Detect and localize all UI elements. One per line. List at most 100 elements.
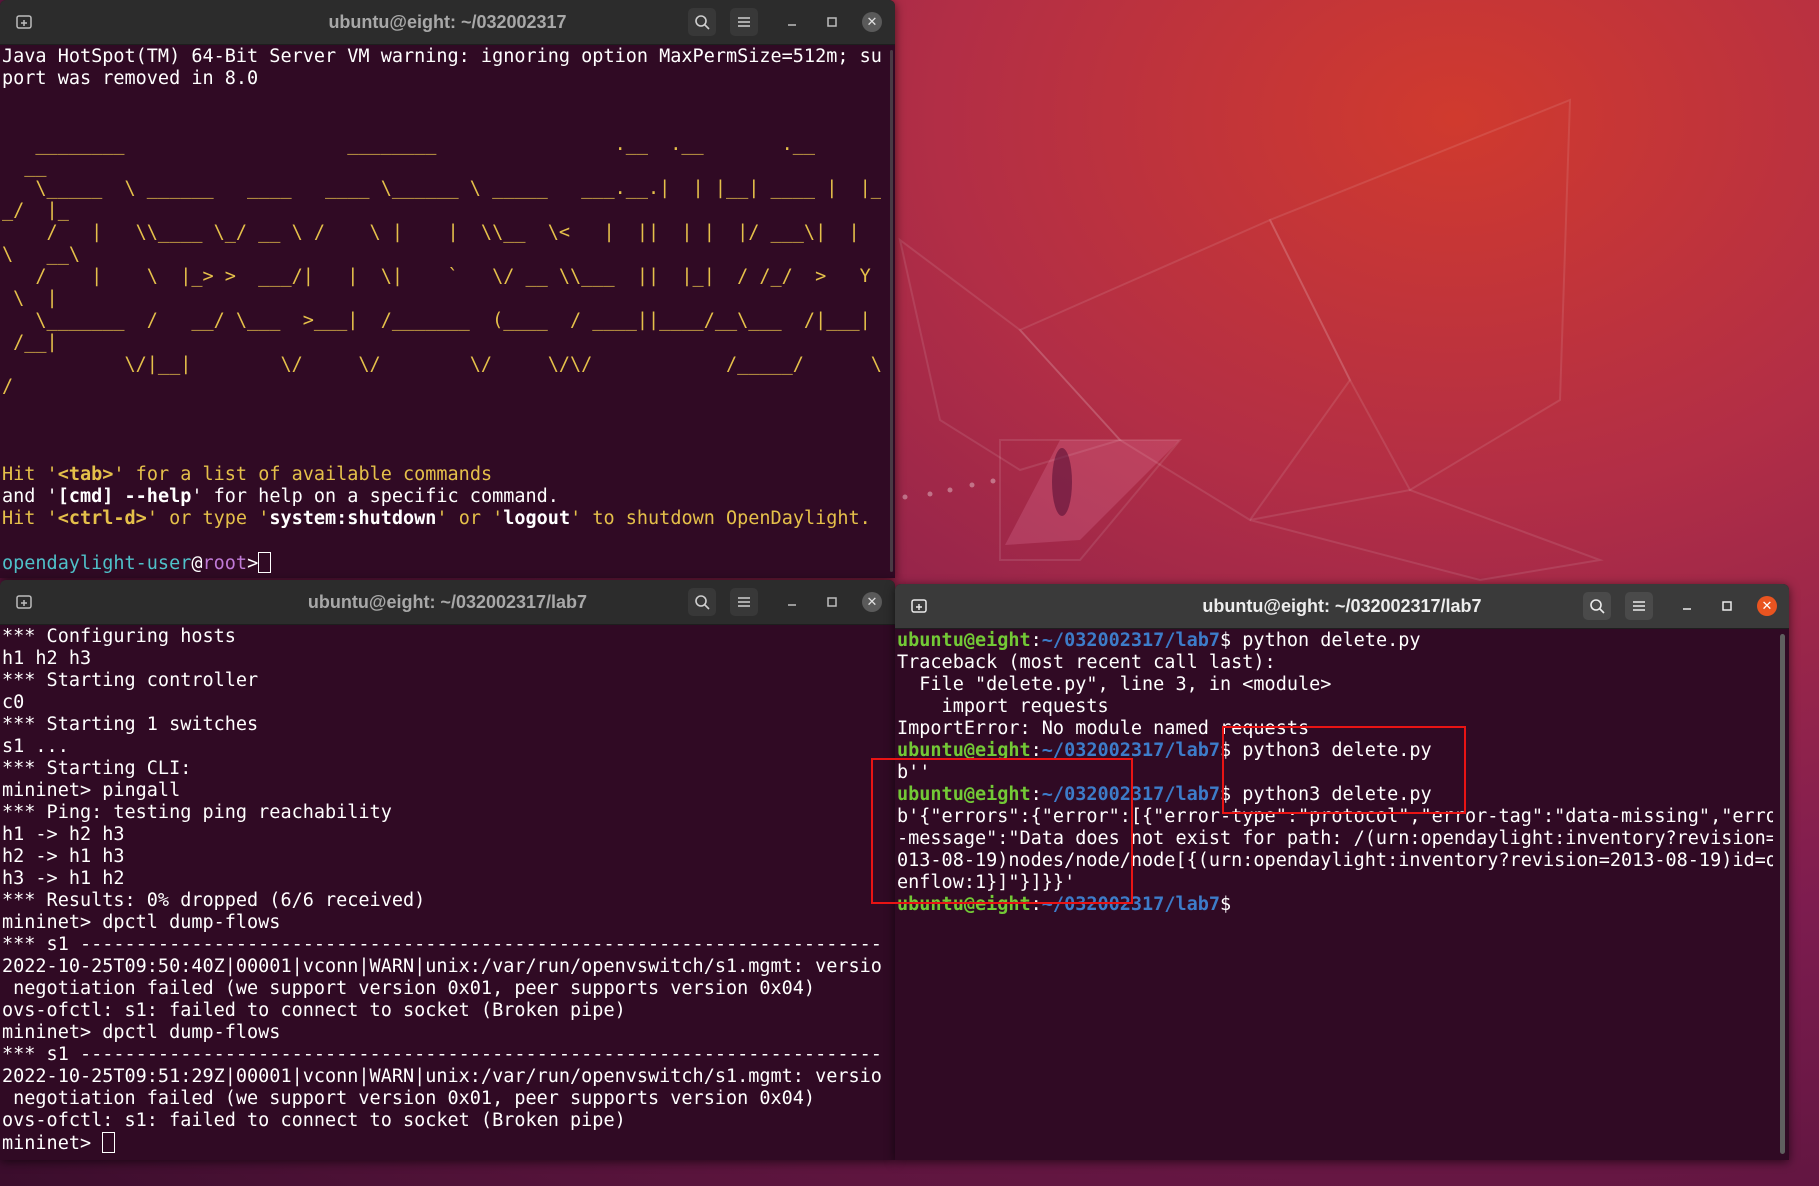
text-cursor[interactable] xyxy=(102,1132,116,1153)
hamburger-menu-icon[interactable] xyxy=(730,8,758,36)
terminal-text: mininet> pingall xyxy=(2,780,181,801)
maximize-icon[interactable] xyxy=(1713,592,1741,620)
terminal-line: mininet> dpctl dump-flows xyxy=(2,1022,881,1044)
terminal-line: 2022-10-25T09:51:29Z|00001|vconn|WARN|un… xyxy=(2,1066,881,1088)
window-title: ubuntu@eight: ~/032002317 xyxy=(328,12,567,32)
prompt-path: ~/032002317/lab7 xyxy=(1041,630,1221,651)
terminal-text: negotiation failed (we support version 0… xyxy=(2,978,816,999)
output-text: import requests xyxy=(897,696,1109,717)
search-icon[interactable] xyxy=(1583,592,1611,620)
terminal-line: \ | xyxy=(2,288,881,310)
output-text: enflow:1}]"}]}}' xyxy=(897,872,1076,893)
terminal-line: \_____ \ ______ ____ ____ \______ \ ____… xyxy=(2,178,881,200)
maximize-icon[interactable] xyxy=(818,8,846,36)
terminal-text: mininet> dpctl dump-flows xyxy=(2,912,281,933)
terminal-text: *** Starting CLI: xyxy=(2,758,192,779)
prompt-colon: : xyxy=(1030,784,1042,805)
help-text: Hit ' xyxy=(2,508,58,529)
maximize-icon[interactable] xyxy=(818,588,846,616)
terminal-line: _/ |_ xyxy=(2,200,881,222)
prompt-dollar: $ xyxy=(1220,784,1232,805)
terminal-text: /__| xyxy=(2,332,58,353)
text-cursor[interactable] xyxy=(258,552,272,573)
terminal-text: \ __\ xyxy=(2,244,80,265)
output-text: Traceback (most recent call last): xyxy=(897,652,1276,673)
minimize-icon[interactable] xyxy=(778,8,806,36)
title-bar[interactable]: ubuntu@eight: ~/032002317 ✕ xyxy=(0,0,895,45)
prompt-dollar: $ xyxy=(1220,740,1232,761)
terminal-output[interactable]: Java HotSpot(TM) 64-Bit Server VM warnin… xyxy=(2,46,881,578)
terminal-line: enflow:1}]"}]}}' xyxy=(897,872,1773,894)
terminal-text: / | \ |_> > ___/| | \| ` \/ __ \\___ || … xyxy=(2,266,871,287)
terminal-line: Hit '<tab>' for a list of available comm… xyxy=(2,464,881,486)
terminal-line: ubuntu@eight:~/032002317/lab7$ xyxy=(897,894,1773,916)
terminal-window-mininet[interactable]: ubuntu@eight: ~/032002317/lab7 ✕ *** Con… xyxy=(0,580,895,1160)
terminal-line: b'' xyxy=(897,762,1773,784)
prompt-symbol: > xyxy=(247,553,259,574)
terminal-text: *** Ping: testing ping reachability xyxy=(2,802,392,823)
help-text: ' for a list of available commands xyxy=(113,464,493,485)
terminal-line: import requests xyxy=(897,696,1773,718)
title-bar[interactable]: ubuntu@eight: ~/032002317/lab7 ✕ xyxy=(0,580,895,625)
terminal-text: *** s1 ---------------------------------… xyxy=(2,1044,881,1065)
terminal-text: s1 ... xyxy=(2,736,69,757)
title-bar[interactable]: ubuntu@eight: ~/032002317/lab7 ✕ xyxy=(895,584,1789,629)
output-text: b'{"errors":{"error":[{"error-type":"pro… xyxy=(897,806,1773,827)
terminal-line: s1 ... xyxy=(2,736,881,758)
terminal-window-lab7[interactable]: ubuntu@eight: ~/032002317/lab7 ✕ ubuntu@… xyxy=(895,584,1789,1160)
prompt-user: opendaylight-user xyxy=(2,553,192,574)
terminal-line: port was removed in 8.0 xyxy=(2,68,881,90)
terminal-text: port was removed in 8.0 xyxy=(2,68,259,89)
terminal-line: ovs-ofctl: s1: failed to connect to sock… xyxy=(2,1000,881,1022)
search-icon[interactable] xyxy=(688,8,716,36)
hamburger-menu-icon[interactable] xyxy=(1625,592,1653,620)
terminal-line: File "delete.py", line 3, in <module> xyxy=(897,674,1773,696)
close-icon[interactable]: ✕ xyxy=(1757,596,1777,616)
help-text: ' for help on a specific command. xyxy=(191,486,559,507)
terminal-line: ovs-ofctl: s1: failed to connect to sock… xyxy=(2,1110,881,1132)
minimize-icon[interactable] xyxy=(778,588,806,616)
close-icon[interactable]: ✕ xyxy=(862,12,882,32)
terminal-text: _/ |_ xyxy=(2,200,69,221)
search-icon[interactable] xyxy=(688,588,716,616)
prompt-dollar: $ xyxy=(1220,894,1232,915)
terminal-text: / | \\____ \_/ __ \ / \ | | \\__ \< | ||… xyxy=(2,222,860,243)
terminal-text: *** Results: 0% dropped (6/6 received) xyxy=(2,890,426,911)
terminal-output[interactable]: ubuntu@eight:~/032002317/lab7$ python de… xyxy=(897,630,1773,1160)
terminal-text: ovs-ofctl: s1: failed to connect to sock… xyxy=(2,1000,626,1021)
terminal-line: negotiation failed (we support version 0… xyxy=(2,1088,881,1110)
terminal-line: and '[cmd] --help' for help on a specifi… xyxy=(2,486,881,508)
terminal-text: \_______ / __/ \___ >___| /_______ (____… xyxy=(2,310,871,331)
terminal-window-opendaylight[interactable]: ubuntu@eight: ~/032002317 ✕ Java HotSpot… xyxy=(0,0,895,578)
mininet-prompt: mininet> xyxy=(2,1133,103,1154)
terminal-line: 2022-10-25T09:50:40Z|00001|vconn|WARN|un… xyxy=(2,956,881,978)
hamburger-menu-icon[interactable] xyxy=(730,588,758,616)
window-title: ubuntu@eight: ~/032002317/lab7 xyxy=(307,592,588,612)
terminal-line: *** s1 ---------------------------------… xyxy=(2,1044,881,1066)
terminal-line: h2 -> h1 h3 xyxy=(2,846,881,868)
terminal-line: mininet> xyxy=(2,1132,881,1154)
close-icon[interactable]: ✕ xyxy=(862,592,882,612)
terminal-output[interactable]: *** Configuring hosts h1 h2 h3 *** Startin… xyxy=(2,626,881,1160)
help-text: [cmd] --help xyxy=(57,486,192,507)
terminal-line: *** Starting 1 switches xyxy=(2,714,881,736)
terminal-text: h1 h2 h3 xyxy=(2,648,92,669)
scrollbar[interactable] xyxy=(890,50,893,572)
prompt-user-host: ubuntu@eight xyxy=(897,740,1031,761)
terminal-line: \ __\ xyxy=(2,244,881,266)
terminal-line: ________ ________ .__ .__ .__ xyxy=(2,134,881,156)
prompt-path: ~/032002317/lab7 xyxy=(1041,784,1221,805)
prompt-user-host: ubuntu@eight xyxy=(897,784,1031,805)
terminal-line: Java HotSpot(TM) 64-Bit Server VM warnin… xyxy=(2,46,881,68)
terminal-line: \_______ / __/ \___ >___| /_______ (____… xyxy=(2,310,881,332)
output-text: -message":"Data does not exist for path:… xyxy=(897,828,1773,849)
terminal-text: \ | xyxy=(2,288,58,309)
terminal-line: ubuntu@eight:~/032002317/lab7$ python de… xyxy=(897,630,1773,652)
help-text: logout xyxy=(503,508,571,529)
minimize-icon[interactable] xyxy=(1673,592,1701,620)
scrollbar[interactable] xyxy=(1780,634,1785,1154)
output-text: File "delete.py", line 3, in <module> xyxy=(897,674,1332,695)
terminal-text: Java HotSpot(TM) 64-Bit Server VM warnin… xyxy=(2,46,881,67)
